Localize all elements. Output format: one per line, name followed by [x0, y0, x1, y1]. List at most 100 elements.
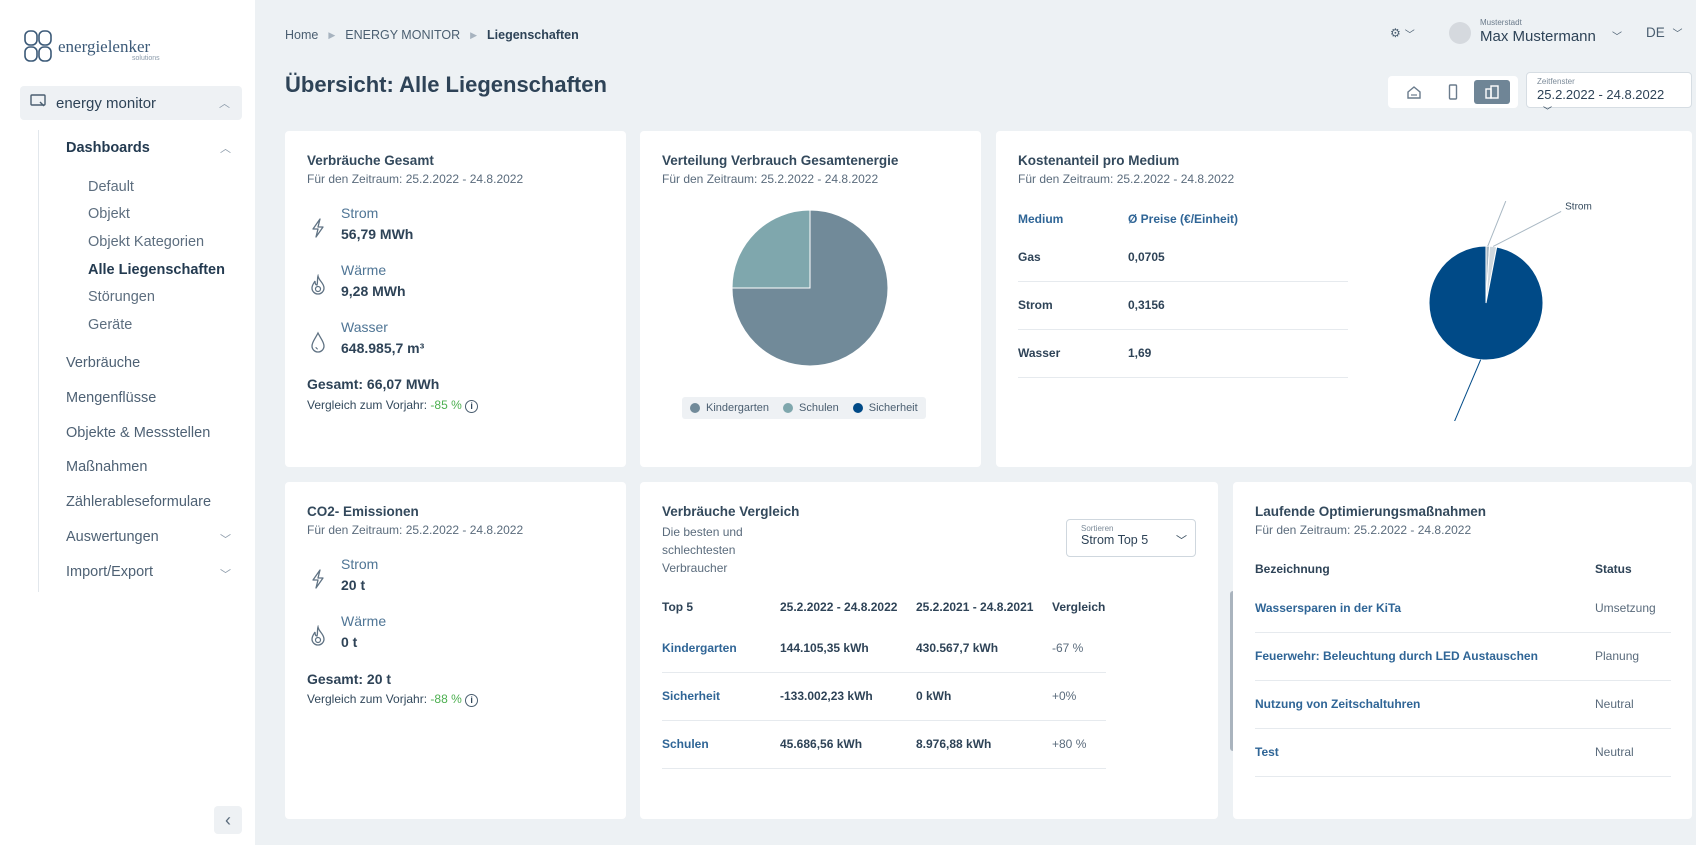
nav-dashboard-objekt[interactable]: Objekt	[88, 206, 130, 222]
nav-dashboard-stoerungen[interactable]: Störungen	[88, 289, 155, 305]
column-header: Top 5	[662, 600, 694, 614]
table-cell[interactable]: Nutzung von Zeitschaltuhren	[1255, 680, 1595, 729]
logo: energielenker solutions	[24, 30, 160, 62]
user-menu[interactable]: Musterstadt Max Mustermann	[1480, 18, 1596, 45]
table-cell: 0,0705	[1128, 233, 1348, 282]
table-header-row: Top 5 25.2.2022 - 24.8.2022 25.2.2021 - …	[662, 590, 1106, 624]
leader-line	[1454, 359, 1482, 421]
nav-energy-monitor[interactable]: energy monitor ︿	[20, 86, 242, 120]
cost-share-pie-chart: GasStromWasser	[1428, 201, 1592, 421]
legend-item[interactable]: Kindergarten	[690, 402, 769, 414]
table-row: Wasser 1,69	[1018, 329, 1348, 378]
chevron-down-icon: ﹀	[1404, 29, 1415, 41]
card-verbraeuche-vergleich: Verbräuche Vergleich Die besten und schl…	[640, 482, 1236, 819]
legend-item[interactable]: Sicherheit	[852, 402, 918, 414]
nav-dashboards-label: Dashboards	[66, 140, 150, 156]
lightning-icon	[312, 569, 324, 589]
pie-slice-wasser[interactable]	[1428, 245, 1544, 361]
column-header: Ø Preise (€/Einheit)	[1128, 212, 1239, 226]
card-description: Die besten und schlechtesten Verbraucher	[662, 523, 743, 577]
nav-auswertungen[interactable]: Auswertungen	[66, 529, 159, 545]
table-cell: 430.567,7 kWh	[916, 624, 1052, 673]
legend-item[interactable]: Schulen	[783, 402, 839, 414]
avatar[interactable]	[1448, 22, 1471, 44]
settings-button[interactable]: ⚙ ﹀	[1390, 26, 1415, 41]
collapse-sidebar-button[interactable]: ‹	[214, 806, 242, 834]
lightning-icon	[312, 218, 324, 238]
nav-import-export[interactable]: Import/Export	[66, 564, 153, 580]
sort-label: Sortieren	[1081, 524, 1114, 533]
metric-strom: Strom 20 t	[307, 556, 378, 593]
view-switcher	[1388, 76, 1518, 108]
table-cell: -133.002,23 kWh	[780, 672, 916, 721]
monitor-icon	[30, 94, 46, 112]
user-location: Musterstadt	[1480, 18, 1522, 27]
description-line: Die besten und	[662, 525, 743, 539]
info-icon[interactable]: i	[465, 400, 479, 413]
metric-label: Strom	[341, 556, 379, 572]
metric-wasser: Wasser 648.985,7 m³	[307, 319, 424, 356]
table-row[interactable]: Nutzung von Zeitschaltuhren Neutral	[1255, 680, 1671, 729]
nav-zaehlerableseformulare[interactable]: Zählerableseformulare	[66, 494, 211, 510]
table-cell: Wasser	[1018, 329, 1128, 378]
table-cell: Gas	[1018, 233, 1128, 282]
info-icon[interactable]: i	[465, 694, 479, 707]
legend-dot	[690, 403, 700, 414]
metric-label: Wasser	[341, 319, 388, 335]
legend-dot	[783, 403, 793, 414]
table-row[interactable]: Kindergarten 144.105,35 kWh 430.567,7 kWh -…	[662, 624, 1106, 673]
table-cell[interactable]: Feuerwehr: Beleuchtung durch LED Austaus…	[1255, 632, 1595, 681]
view-home-button[interactable]	[1396, 80, 1432, 104]
table-row[interactable]: Test Neutral	[1255, 728, 1671, 777]
nav-objekte-messstellen[interactable]: Objekte & Messstellen	[66, 425, 210, 441]
column-header: Status	[1595, 562, 1632, 576]
home-icon	[1406, 86, 1421, 99]
table-row: Gas 0,0705	[1018, 233, 1348, 282]
view-buildings-button[interactable]	[1474, 80, 1511, 104]
table-cell: 1,69	[1128, 329, 1348, 378]
measures-table: Bezeichnung Status Wassersparen in der K…	[1255, 554, 1671, 777]
chevron-down-icon: ﹀	[1543, 106, 1553, 116]
table-row[interactable]: Wassersparen in der KiTa Umsetzung	[1255, 584, 1671, 633]
chevron-down-icon: ﹀	[1176, 535, 1187, 547]
table-row[interactable]: Schulen 45.686,56 kWh 8.976,88 kWh +80 %	[662, 720, 1106, 769]
card-title: Verteilung Verbrauch Gesamtenergie	[662, 153, 899, 168]
language-select[interactable]: DE ﹀	[1646, 25, 1683, 40]
chevron-down-icon[interactable]: ﹀	[1612, 28, 1622, 43]
table-cell[interactable]: Wassersparen in der KiTa	[1255, 584, 1595, 633]
chevron-left-icon: ‹	[225, 809, 231, 830]
description-line: schlechtesten	[662, 543, 736, 557]
timewindow-select[interactable]: Zeitfenster 25.2.2022 - 24.8.2022 ﹀	[1526, 72, 1692, 116]
nav-mengenfluesse[interactable]: Mengenflüsse	[66, 390, 156, 406]
table-row[interactable]: Feuerwehr: Beleuchtung durch LED Austaus…	[1255, 632, 1671, 681]
table-cell[interactable]: Test	[1255, 728, 1595, 777]
compare-value: -85 %	[430, 398, 462, 412]
nav-dashboard-default[interactable]: Default	[88, 179, 134, 195]
buildings-icon	[1485, 85, 1500, 99]
nav-verbraeuche[interactable]: Verbräuche	[66, 355, 140, 371]
nav-dashboard-alle-liegenschaften[interactable]: Alle Liegenschaften	[88, 262, 225, 278]
table-cell: Sicherheit	[662, 672, 780, 721]
table-cell: -67 %	[1052, 624, 1106, 673]
view-device-button[interactable]	[1435, 80, 1471, 104]
breadcrumb-energy-monitor[interactable]: ENERGY MONITOR	[345, 28, 460, 42]
sort-select[interactable]: Sortieren Strom Top 5 ﹀	[1066, 519, 1196, 557]
nav-dashboard-objekt-kategorien[interactable]: Objekt Kategorien	[88, 234, 204, 250]
comparison-table: Top 5 25.2.2022 - 24.8.2022 25.2.2021 - …	[662, 590, 1106, 769]
metric-value: 648.985,7 m³	[341, 340, 425, 356]
total-value: Gesamt: 66,07 MWh	[307, 376, 440, 392]
user-name: Max Mustermann	[1480, 28, 1596, 45]
table-row[interactable]: Sicherheit -133.002,23 kWh 0 kWh +0%	[662, 672, 1106, 721]
nav-dashboards[interactable]: Dashboards	[66, 140, 150, 156]
leader-line	[1492, 211, 1562, 247]
breadcrumb-home[interactable]: Home	[285, 28, 318, 42]
nav-massnahmen[interactable]: Maßnahmen	[66, 459, 147, 475]
card-period: Für den Zeitraum: 25.2.2022 - 24.8.2022	[307, 523, 524, 537]
table-row: Strom 0,3156	[1018, 281, 1348, 330]
nav-dashboard-geraete[interactable]: Geräte	[88, 317, 132, 333]
brand-sub: solutions	[132, 55, 160, 62]
breadcrumb: Home ▶ ENERGY MONITOR ▶ Liegenschaften	[285, 28, 579, 42]
table-cell: Strom	[1018, 281, 1128, 330]
pie-slice-schulen[interactable]	[731, 209, 811, 289]
nav-divider	[38, 130, 39, 592]
